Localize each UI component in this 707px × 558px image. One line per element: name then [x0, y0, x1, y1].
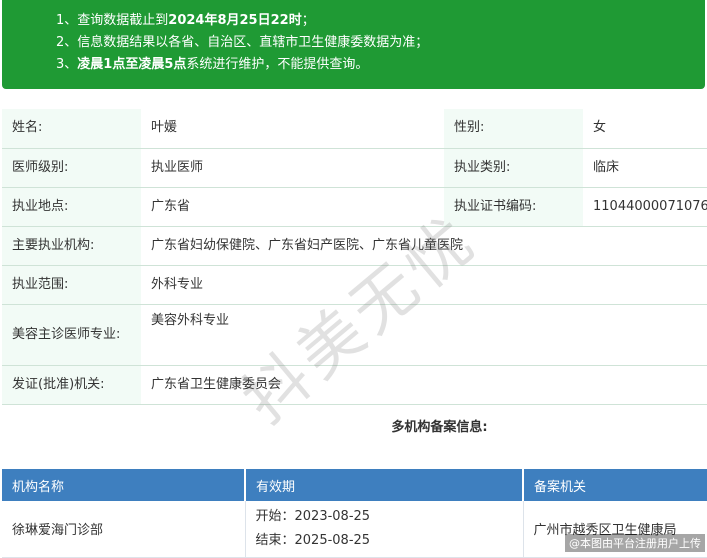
validity-cell: 开始：2023-08-25 结束：2025-08-25 — [245, 501, 524, 558]
validity-end: 结束：2025-08-25 — [255, 532, 371, 548]
org-cell: 徐琳爱海门诊部 — [2, 501, 246, 558]
category-value: 临床 — [583, 148, 707, 188]
gender-value: 女 — [583, 109, 707, 149]
name-label: 姓名: — [2, 109, 141, 149]
institution-value: 广东省妇幼保健院、广东省妇产医院、广东省儿童医院 — [141, 226, 707, 266]
scope-label: 执业范围: — [2, 265, 141, 305]
level-value: 执业医师 — [141, 148, 444, 188]
level-label: 医师级别: — [2, 148, 141, 188]
notice-line-1: 1、查询数据截止到2024年8月25日22时； — [56, 13, 315, 28]
info-row-location: 执业地点: 广东省 执业证书编码: 110440000710763 — [2, 187, 707, 227]
notice-line-2: 2、信息数据结果以各省、自治区、直辖市卫生健康委数据为准； — [56, 35, 429, 50]
notice-banner: 1、查询数据截止到2024年8月25日22时； 2、信息数据结果以各省、自治区、… — [2, 0, 705, 89]
info-row-institution: 主要执业机构: 广东省妇幼保健院、广东省妇产医院、广东省儿童医院 — [2, 226, 707, 266]
scope-value: 外科专业 — [141, 265, 707, 305]
footer-watermark: @本图由平台注册用户上传 — [565, 534, 705, 552]
cosmetic-value: 美容外科专业 — [141, 304, 707, 366]
notice-line-3: 3、凌晨1点至凌晨5点系统进行维护，不能提供查询。 — [56, 57, 369, 72]
cert-value: 110440000710763 — [583, 187, 707, 227]
grid-header-row: 机构名称 有效期 备案机关 — [2, 469, 707, 501]
category-label: 执业类别: — [444, 148, 583, 188]
info-row-scope: 执业范围: 外科专业 — [2, 265, 707, 305]
info-row-name: 姓名: 叶媛 性别: 女 — [2, 109, 707, 149]
name-value: 叶媛 — [141, 109, 444, 149]
issuer-value: 广东省卫生健康委员会 — [141, 365, 707, 405]
info-row-level: 医师级别: 执业医师 执业类别: 临床 — [2, 148, 707, 188]
cert-label: 执业证书编码: — [444, 187, 583, 227]
col-header-validity: 有效期 — [245, 469, 524, 501]
gender-label: 性别: — [444, 109, 583, 149]
info-row-cosmetic: 美容主诊医师专业: 美容外科专业 — [2, 304, 707, 366]
col-header-authority: 备案机关 — [523, 469, 707, 501]
doctor-info-table: 姓名: 叶媛 性别: 女 医师级别: 执业医师 执业类别: 临床 执业地点: 广… — [2, 109, 707, 405]
cosmetic-label: 美容主诊医师专业: — [2, 304, 141, 366]
validity-start: 开始：2023-08-25 — [255, 508, 371, 524]
institution-label: 主要执业机构: — [2, 226, 141, 266]
multi-institution-title: 多机构备案信息: — [391, 420, 488, 435]
issuer-label: 发证(批准)机关: — [2, 365, 141, 405]
info-row-issuer: 发证(批准)机关: 广东省卫生健康委员会 — [2, 365, 707, 405]
col-header-org: 机构名称 — [2, 469, 246, 501]
location-label: 执业地点: — [2, 187, 141, 227]
location-value: 广东省 — [141, 187, 444, 227]
